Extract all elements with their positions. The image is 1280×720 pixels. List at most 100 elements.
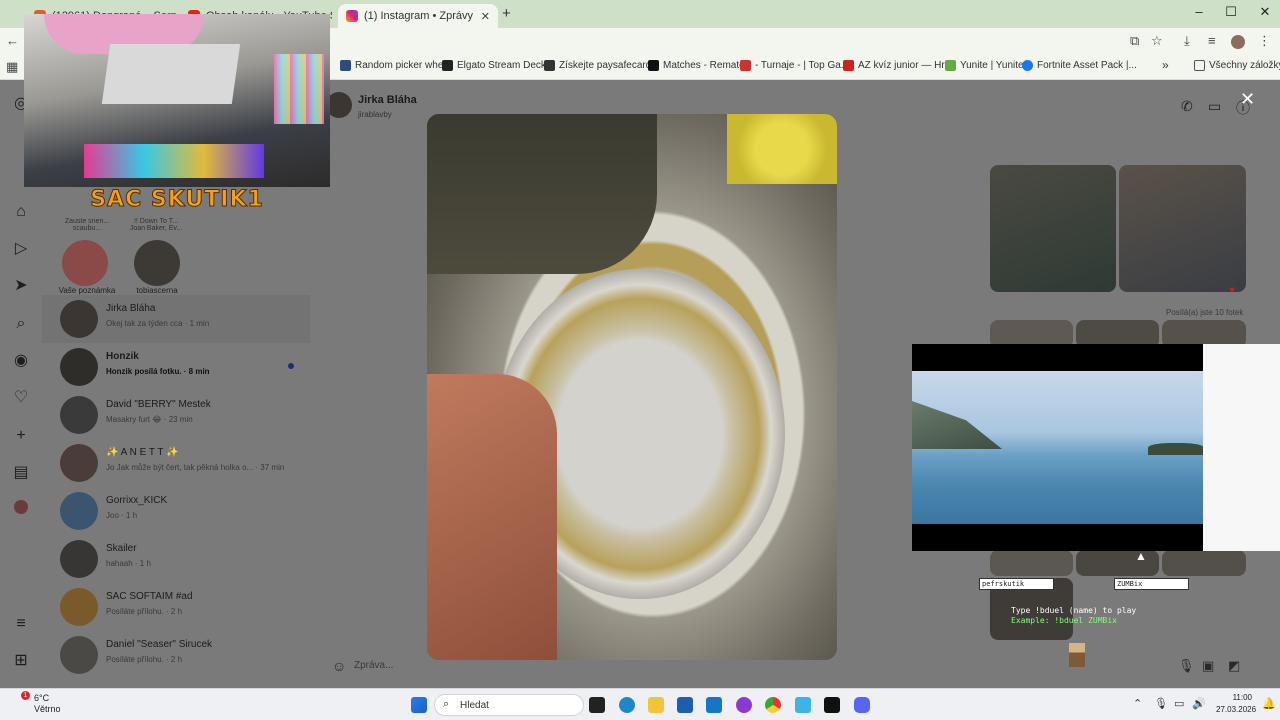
bookmark-label: Matches - Rematch bbox=[663, 60, 750, 71]
bookmark-item[interactable]: Matches - Rematch bbox=[648, 60, 750, 71]
create-icon[interactable]: + bbox=[11, 426, 31, 446]
back-icon[interactable]: ← bbox=[6, 33, 19, 48]
chat-item[interactable]: Jirka Bláha Okej tak za týden cca · 1 mi… bbox=[42, 295, 310, 343]
new-tab-button[interactable]: + bbox=[502, 5, 511, 22]
all-bookmarks-button[interactable]: Všechny záložky bbox=[1194, 60, 1280, 71]
meta-apps-icon[interactable]: ⊞ bbox=[11, 651, 31, 671]
file-explorer-icon[interactable] bbox=[648, 697, 664, 713]
address-bar[interactable] bbox=[334, 31, 1204, 53]
apps-grid-icon[interactable]: ▦ bbox=[6, 59, 18, 75]
bookmark-item[interactable]: Získejte paysafecard... bbox=[544, 60, 660, 71]
tiktok-icon[interactable] bbox=[824, 697, 840, 713]
system-clock[interactable]: 11:00 27.03.2026 bbox=[1216, 692, 1257, 716]
edge-icon[interactable] bbox=[619, 697, 635, 713]
shared-photo[interactable] bbox=[1162, 550, 1246, 576]
weather-widget[interactable]: 6°C Větrno bbox=[34, 693, 61, 715]
notifications-heart-icon[interactable]: ♡ bbox=[11, 388, 31, 408]
video-call-icon[interactable]: ▭ bbox=[1208, 98, 1221, 115]
search-icon: ⌕ bbox=[443, 698, 450, 710]
note-avatar[interactable] bbox=[62, 240, 108, 286]
chat-preview: Posíláte přílohu. · 2 h bbox=[106, 607, 183, 616]
bookmark-item[interactable]: - Turnaje - | Top Ga... bbox=[740, 60, 849, 71]
thread-username: jirablavby bbox=[358, 110, 392, 119]
note-avatar[interactable] bbox=[134, 240, 180, 286]
minimize-button[interactable]: – bbox=[1184, 4, 1214, 19]
search-label: Hledat bbox=[460, 700, 489, 711]
phone-call-icon[interactable]: ✆ bbox=[1181, 98, 1193, 115]
chat-item[interactable]: SAC SOFTAIM #ad Posíláte přílohu. · 2 h bbox=[42, 583, 310, 631]
bookmark-item[interactable]: AZ kvíz junior — Hr... bbox=[843, 60, 952, 71]
folder-icon bbox=[1194, 60, 1205, 71]
explore-icon[interactable]: ◉ bbox=[11, 351, 31, 371]
bookmark-item[interactable]: Elgato Stream Deck... bbox=[442, 60, 554, 71]
player-health-bar: pefrskutik bbox=[979, 578, 1054, 590]
outlook-icon[interactable] bbox=[706, 697, 722, 713]
unread-dot bbox=[288, 363, 294, 369]
all-bookmarks-label: Všechny záložky bbox=[1209, 60, 1280, 71]
shared-photo[interactable] bbox=[990, 550, 1073, 576]
close-window-button[interactable]: ✕ bbox=[1250, 4, 1280, 20]
chrome-icon[interactable] bbox=[765, 697, 781, 713]
note-name: tobiascerna bbox=[136, 286, 178, 295]
profile-avatar[interactable] bbox=[1231, 35, 1245, 49]
close-tab-icon[interactable]: ✕ bbox=[481, 10, 490, 23]
bookmark-item[interactable]: Random picker whe... bbox=[340, 60, 452, 71]
reels-icon[interactable]: ▷ bbox=[11, 239, 31, 259]
bookmark-star-icon[interactable]: ☆ bbox=[1151, 33, 1163, 49]
network-icon[interactable]: ▭ bbox=[1174, 697, 1184, 710]
more-bookmarks-button[interactable]: » bbox=[1162, 58, 1169, 72]
cast-icon[interactable]: ⧉ bbox=[1130, 33, 1139, 49]
video-overlay[interactable] bbox=[912, 344, 1204, 551]
store-icon[interactable] bbox=[677, 697, 693, 713]
start-windows-icon[interactable] bbox=[411, 697, 427, 713]
discord-icon[interactable] bbox=[854, 697, 870, 713]
extensions-icon[interactable]: ≡ bbox=[1208, 33, 1216, 48]
profile-avatar[interactable] bbox=[14, 500, 28, 514]
clock-time: 11:00 bbox=[1232, 693, 1252, 702]
tray-overflow-icon[interactable]: ⌃ bbox=[1133, 697, 1142, 710]
image-upload-icon[interactable]: ▣ bbox=[1202, 658, 1214, 674]
bookmark-icon bbox=[544, 60, 555, 71]
note-name: Vaše poznámka bbox=[58, 286, 116, 295]
shared-photo[interactable] bbox=[1119, 165, 1246, 292]
webcam-stream-deck bbox=[274, 54, 324, 124]
tab-instagram[interactable]: (1) Instagram • Zprávy ✕ bbox=[338, 4, 498, 28]
messages-icon[interactable]: ➤ bbox=[11, 276, 31, 296]
menu-icon[interactable]: ⋮ bbox=[1258, 33, 1271, 49]
webcam-overlay bbox=[24, 14, 330, 187]
download-icon[interactable]: ⤓ bbox=[1184, 33, 1190, 49]
search-icon[interactable]: ⌕ bbox=[11, 314, 31, 334]
volume-icon[interactable]: 🔊 bbox=[1192, 697, 1206, 710]
lightbox-close-button[interactable]: ✕ bbox=[1240, 90, 1258, 108]
task-view-icon[interactable] bbox=[589, 697, 605, 713]
bookmark-label: AZ kvíz junior — Hr... bbox=[858, 60, 953, 71]
avatar bbox=[60, 540, 98, 578]
bookmark-item[interactable]: Fortnite Asset Pack |... bbox=[1022, 60, 1137, 71]
chat-item[interactable]: David "BERRY" Mestek Masakry furt 😂 · 23… bbox=[42, 391, 310, 439]
chat-item[interactable]: Daniel "Seaser" Sirucek Posíláte přílohu… bbox=[42, 631, 310, 679]
taskbar-search[interactable]: ⌕ Hledat bbox=[434, 694, 584, 716]
bookmark-icon bbox=[740, 60, 751, 71]
app-icon[interactable] bbox=[795, 697, 811, 713]
bookmark-item[interactable]: Yunite | Yunite bbox=[945, 60, 1024, 71]
sticker-icon[interactable]: ◩ bbox=[1228, 658, 1240, 674]
notifications-icon[interactable]: 🔔 bbox=[1262, 697, 1276, 710]
microphone-icon[interactable]: 🎙 bbox=[1178, 658, 1195, 674]
dashboard-icon[interactable]: ▤ bbox=[11, 463, 31, 483]
microphone-icon[interactable]: 🎙 bbox=[1154, 697, 1168, 710]
chat-item[interactable]: Honzik Honzik posílá fotku. · 8 min bbox=[42, 343, 310, 391]
message-input[interactable]: Zpráva... bbox=[354, 660, 393, 671]
chat-item[interactable]: Skailer hahaah · 1 h bbox=[42, 535, 310, 583]
chat-item[interactable]: ✨ A N E T T ✨ Jo Jak může být čert, tak … bbox=[42, 439, 310, 487]
emoji-icon[interactable]: ☺ bbox=[332, 658, 346, 674]
note-text: Zauste snen... bbox=[64, 218, 110, 225]
shared-photo[interactable] bbox=[990, 165, 1116, 292]
chat-item[interactable]: Gorrixx_KICK Joo · 1 h bbox=[42, 487, 310, 535]
thread-name[interactable]: Jirka Bláha bbox=[358, 94, 417, 106]
clock-date: 27.03.2026 bbox=[1216, 705, 1257, 714]
app-icon[interactable] bbox=[736, 697, 752, 713]
maximize-button[interactable]: ☐ bbox=[1216, 4, 1246, 20]
more-menu-icon[interactable]: ≡ bbox=[11, 614, 31, 634]
tab-label: (1) Instagram • Zprávy bbox=[364, 10, 473, 22]
chat-name: ✨ A N E T T ✨ bbox=[106, 447, 179, 458]
